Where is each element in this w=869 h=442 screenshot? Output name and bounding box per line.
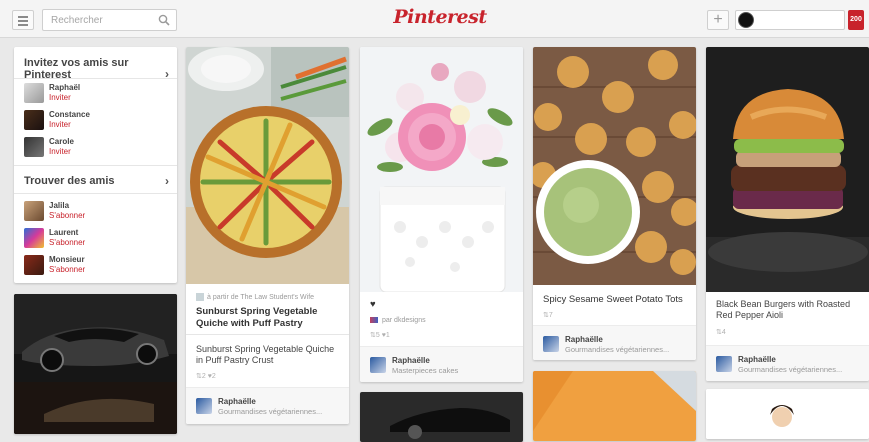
pin-title[interactable]: Sunburst Spring Vegetable Quiche with Pu…: [196, 306, 341, 330]
board-icon: [370, 317, 378, 324]
pinterest-logo[interactable]: Pinterest: [385, 6, 495, 28]
avatar: [24, 83, 44, 103]
pin-source[interactable]: à partir de The Law Student's Wife: [196, 293, 346, 301]
notifications-badge[interactable]: 200: [848, 10, 864, 30]
pin-car[interactable]: [14, 294, 177, 434]
user-menu[interactable]: [735, 10, 845, 30]
divider: [14, 193, 177, 194]
avatar: [24, 110, 44, 130]
person-name: Jalila: [49, 201, 70, 210]
menu-icon: [18, 16, 28, 18]
pin-source[interactable]: par dkdesigns: [370, 317, 426, 324]
board-name[interactable]: Gourmandises végétariennes...: [738, 365, 842, 374]
follow-link[interactable]: S'abonner: [49, 211, 85, 220]
pin-title[interactable]: Spicy Sesame Sweet Potato Tots: [543, 294, 683, 306]
board-name[interactable]: Gourmandises végétariennes...: [565, 345, 669, 354]
suggested-person[interactable]: Laurent S'abonner: [24, 228, 174, 252]
menu-icon-line: [18, 20, 28, 22]
menu-icon-line: [18, 24, 28, 26]
invite-person[interactable]: Raphaël Inviter: [24, 83, 174, 107]
person-name: Raphaël: [49, 83, 81, 92]
chevron-right-icon[interactable]: ›: [165, 174, 169, 188]
pin-stats: ⇅7: [543, 312, 553, 319]
pin-source-text: par dkdesigns: [382, 317, 426, 324]
user-avatar: [738, 12, 754, 28]
pin-cake[interactable]: ♥ par dkdesigns ⇅5 ♥1 Raphaëlle Masterpi…: [360, 47, 523, 382]
avatar: [24, 255, 44, 275]
suggested-person[interactable]: Monsieur S'abonner: [24, 255, 174, 279]
search-box: [42, 9, 177, 31]
top-bar: Pinterest + 200: [0, 0, 869, 38]
divider: [14, 165, 177, 166]
pin-burger[interactable]: Black Bean Burgers with Roasted Red Pepp…: [706, 47, 869, 381]
search-icon[interactable]: [158, 14, 170, 26]
search-input[interactable]: [43, 10, 161, 30]
person-name: Carole: [49, 137, 74, 146]
cake-photo[interactable]: [360, 47, 523, 292]
divider: [14, 78, 177, 79]
person-name: Laurent: [49, 228, 79, 237]
pin-source-text: à partir de The Law Student's Wife: [207, 293, 315, 301]
find-friends-title[interactable]: Trouver des amis: [24, 175, 115, 187]
avatar: [370, 357, 386, 373]
divider: [186, 334, 349, 335]
pin-stats: ⇅5 ♥1: [370, 332, 390, 339]
pinner-name[interactable]: Raphaëlle: [565, 335, 603, 344]
pin-description: Sunburst Spring Vegetable Quiche in Puff…: [196, 344, 335, 365]
orange-photo[interactable]: [533, 371, 696, 441]
pin-stats: ⇅2 ♥2: [196, 373, 216, 380]
pinner-name[interactable]: Raphaëlle: [392, 356, 430, 365]
person-name: Monsieur: [49, 255, 85, 264]
pinner-name[interactable]: Raphaëlle: [738, 355, 776, 364]
invite-person[interactable]: Constance Inviter: [24, 110, 174, 134]
invite-link[interactable]: Inviter: [49, 147, 71, 156]
avatar: [196, 398, 212, 414]
follow-link[interactable]: S'abonner: [49, 265, 85, 274]
car-photo[interactable]: [14, 294, 177, 434]
suggested-person[interactable]: Jalila S'abonner: [24, 201, 174, 225]
quiche-photo[interactable]: [186, 47, 349, 284]
pin-portrait[interactable]: [706, 389, 869, 439]
avatar: [24, 137, 44, 157]
link-icon: [196, 293, 204, 301]
menu-button[interactable]: [12, 10, 34, 30]
invite-link[interactable]: Inviter: [49, 93, 71, 102]
add-pin-button[interactable]: +: [707, 10, 729, 30]
avatar: [24, 228, 44, 248]
avatar: [543, 336, 559, 352]
invite-person[interactable]: Carole Inviter: [24, 137, 174, 161]
car-photo[interactable]: [360, 392, 523, 442]
board-name[interactable]: Masterpieces cakes: [392, 366, 458, 375]
friends-panel: Invitez vos amis sur Pinterest › Raphaël…: [14, 47, 177, 283]
portrait-photo[interactable]: [706, 389, 869, 439]
plus-icon: +: [713, 11, 723, 28]
pin-footer[interactable]: Raphaëlle Gourmandises végétariennes...: [533, 325, 696, 360]
board-name[interactable]: Gourmandises végétariennes...: [218, 407, 322, 416]
pin-orange[interactable]: [533, 371, 696, 441]
pinner-name[interactable]: Raphaëlle: [218, 397, 256, 406]
pin-stats: ⇅4: [716, 329, 726, 336]
person-name: Constance: [49, 110, 90, 119]
pin-footer[interactable]: Raphaëlle Gourmandises végétariennes...: [186, 387, 349, 424]
pin-title[interactable]: ♥: [370, 299, 376, 311]
burger-photo[interactable]: [706, 47, 869, 292]
follow-link[interactable]: S'abonner: [49, 238, 85, 247]
invite-link[interactable]: Inviter: [49, 120, 71, 129]
pin-quiche[interactable]: à partir de The Law Student's Wife Sunbu…: [186, 47, 349, 424]
avatar: [24, 201, 44, 221]
tots-photo[interactable]: [533, 47, 696, 285]
avatar: [716, 356, 732, 372]
pin-footer[interactable]: Raphaëlle Gourmandises végétariennes...: [706, 345, 869, 381]
pin-car-2[interactable]: [360, 392, 523, 442]
pin-footer[interactable]: Raphaëlle Masterpieces cakes: [360, 346, 523, 382]
pin-tots[interactable]: Spicy Sesame Sweet Potato Tots ⇅7 Raphaë…: [533, 47, 696, 360]
pin-title[interactable]: Black Bean Burgers with Roasted Red Pepp…: [716, 299, 864, 321]
